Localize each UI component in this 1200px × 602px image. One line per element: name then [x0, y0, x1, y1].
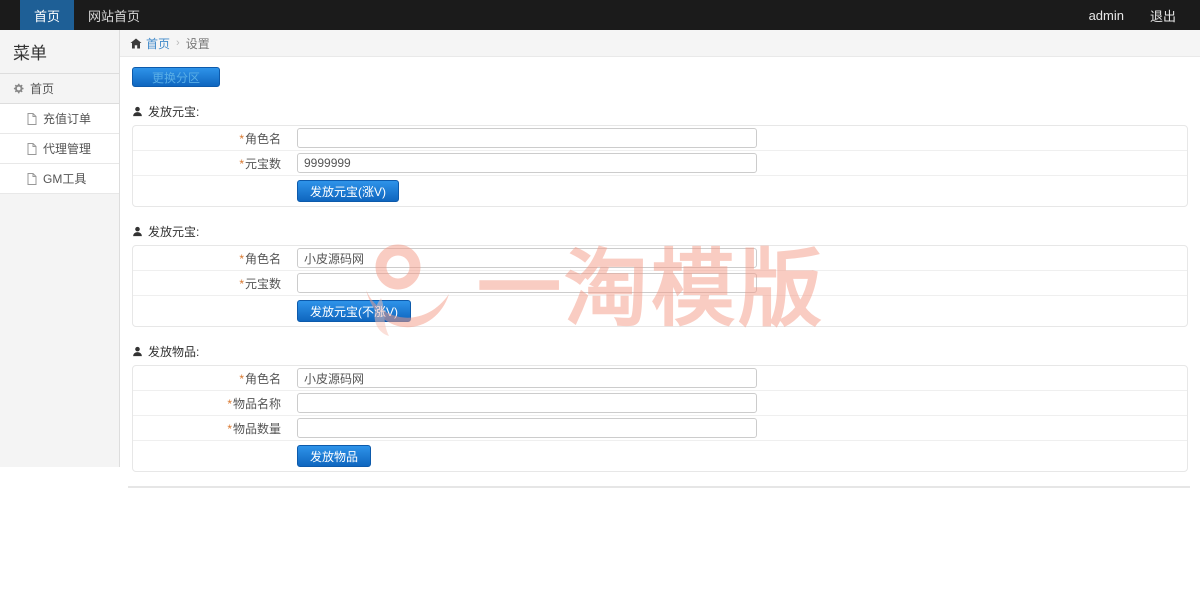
gear-icon — [13, 83, 24, 94]
breadcrumb-current: 设置 — [186, 35, 210, 52]
required-marker: * — [227, 422, 232, 436]
sidebar-item-agent-management[interactable]: 代理管理 — [0, 134, 119, 164]
required-marker: * — [239, 277, 244, 291]
item-quantity-input[interactable] — [297, 418, 757, 438]
field-label: 元宝数 — [245, 277, 281, 291]
nav-right-group: admin 退出 — [1089, 0, 1200, 30]
nav-tab-website-home[interactable]: 网站首页 — [74, 0, 154, 30]
file-icon — [27, 143, 37, 155]
sidebar-item-label: 首页 — [30, 80, 54, 97]
grant-yuanbao-vip-button[interactable]: 发放元宝(涨V) — [297, 180, 399, 202]
logout-link[interactable]: 退出 — [1150, 6, 1176, 25]
field-label: 角色名 — [245, 372, 281, 386]
required-marker: * — [239, 252, 244, 266]
sidebar-title: 菜单 — [0, 30, 119, 74]
nav-spacer — [0, 0, 20, 30]
person-icon — [132, 106, 143, 117]
form-row: 发放元宝(涨V) — [133, 176, 1187, 206]
required-marker: * — [239, 132, 244, 146]
nav-username[interactable]: admin — [1089, 8, 1124, 23]
change-partition-button[interactable]: 更换分区 — [132, 67, 220, 87]
bottom-divider — [128, 486, 1190, 488]
grant-yuanbao-novip-button[interactable]: 发放元宝(不涨V) — [297, 300, 411, 322]
section-header-grant-items: 发放物品: — [132, 343, 1188, 360]
role-name-input[interactable] — [297, 248, 757, 268]
role-name-input[interactable] — [297, 368, 757, 388]
role-name-input[interactable] — [297, 128, 757, 148]
form-row: *角色名 — [133, 246, 1187, 271]
form-row: *角色名 — [133, 126, 1187, 151]
form-table-grant-items: *角色名 *物品名称 *物品数量 发放物品 — [132, 365, 1188, 472]
form-table-grant-yuanbao-1: *角色名 *元宝数 发放元宝(涨V) — [132, 125, 1188, 207]
sidebar-item-recharge-orders[interactable]: 充值订单 — [0, 104, 119, 134]
person-icon — [132, 226, 143, 237]
nav-tab-home[interactable]: 首页 — [20, 0, 74, 30]
file-icon — [27, 113, 37, 125]
form-row: *物品数量 — [133, 416, 1187, 441]
field-label: 元宝数 — [245, 157, 281, 171]
form-row: *元宝数 — [133, 271, 1187, 296]
home-icon — [130, 38, 142, 49]
section-header-grant-yuanbao-1: 发放元宝: — [132, 103, 1188, 120]
form-row: 发放元宝(不涨V) — [133, 296, 1187, 326]
section-header-grant-yuanbao-2: 发放元宝: — [132, 223, 1188, 240]
item-name-input[interactable] — [297, 393, 757, 413]
required-marker: * — [239, 157, 244, 171]
yuanbao-amount-input[interactable] — [297, 273, 757, 293]
breadcrumb-separator: › — [176, 37, 180, 49]
person-icon — [132, 346, 143, 357]
file-icon — [27, 173, 37, 185]
sidebar-item-label: 代理管理 — [43, 140, 91, 157]
field-label: 角色名 — [245, 132, 281, 146]
required-marker: * — [239, 372, 244, 386]
breadcrumb-home-link[interactable]: 首页 — [130, 35, 170, 52]
content: 更换分区 发放元宝: *角色名 *元宝数 — [120, 57, 1200, 472]
yuanbao-amount-input[interactable] — [297, 153, 757, 173]
field-label: 物品名称 — [233, 397, 281, 411]
form-row: *物品名称 — [133, 391, 1187, 416]
sidebar-item-label: GM工具 — [43, 170, 86, 187]
breadcrumb: 首页 › 设置 — [120, 30, 1200, 57]
grant-items-button[interactable]: 发放物品 — [297, 445, 371, 467]
top-navbar: 首页 网站首页 admin 退出 — [0, 0, 1200, 30]
sidebar-item-home[interactable]: 首页 — [0, 74, 119, 104]
required-marker: * — [227, 397, 232, 411]
form-table-grant-yuanbao-2: *角色名 *元宝数 发放元宝(不涨V) — [132, 245, 1188, 327]
sidebar: 菜单 首页 充值订单 — [0, 30, 120, 467]
field-label: 角色名 — [245, 252, 281, 266]
sidebar-item-label: 充值订单 — [43, 110, 91, 127]
form-row: *元宝数 — [133, 151, 1187, 176]
main-area: 首页 › 设置 更换分区 发放元宝: *角色名 — [120, 30, 1200, 488]
form-row: *角色名 — [133, 366, 1187, 391]
field-label: 物品数量 — [233, 422, 281, 436]
sidebar-item-gm-tools[interactable]: GM工具 — [0, 164, 119, 194]
form-row: 发放物品 — [133, 441, 1187, 471]
